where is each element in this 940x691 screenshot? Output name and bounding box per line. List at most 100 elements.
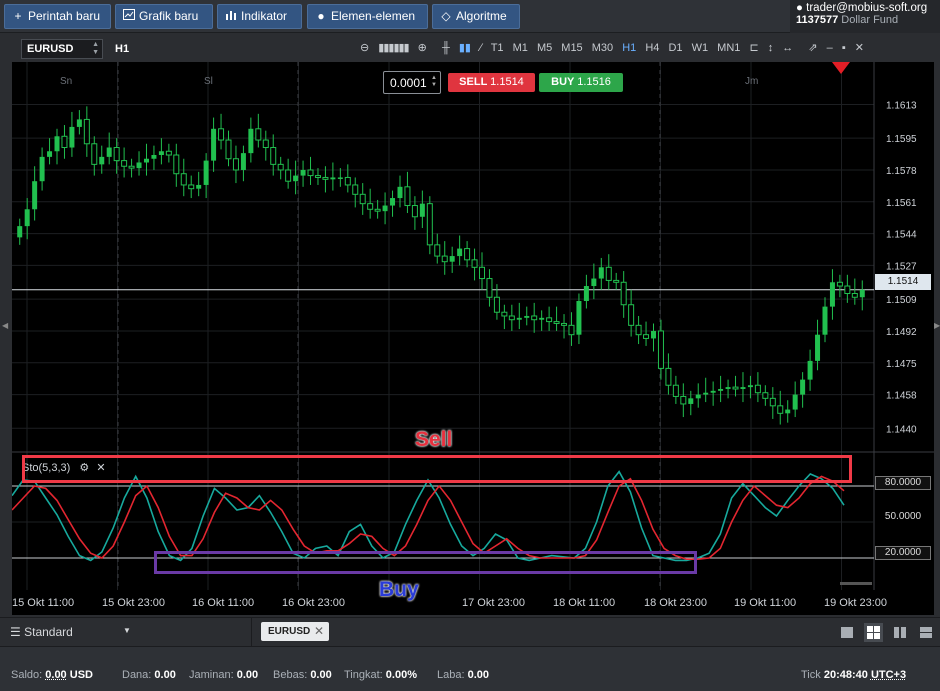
candle-body [136, 162, 142, 169]
fit-icon[interactable]: ⊏ [749, 42, 758, 54]
time-tick: 16 Okt 11:00 [192, 597, 255, 609]
lot-input[interactable]: 0.0001 ▲ ▼ [383, 71, 441, 94]
chevron-down-icon: ▼ [123, 626, 131, 635]
candle-body [620, 281, 627, 306]
candle-body [680, 395, 687, 405]
layout-grid-icon[interactable] [864, 623, 883, 642]
candle-body [352, 184, 359, 195]
detach-icon[interactable]: ⇗ [808, 42, 817, 54]
layout-single-icon[interactable] [838, 623, 857, 642]
candle-body [113, 147, 120, 162]
indicator-button[interactable]: Indikator [217, 4, 302, 29]
maximize-icon[interactable]: ▪ [842, 42, 846, 54]
chart-scrollbar [840, 582, 872, 585]
candle-body [121, 160, 128, 167]
candle-body [255, 128, 262, 141]
candle-body [651, 330, 656, 339]
candle-body [754, 384, 761, 394]
candle-body [800, 379, 806, 395]
zoom-slider[interactable]: ▮▮▮▮▮▮ [378, 42, 409, 54]
tab-eurusd[interactable]: EURUSD ✕ [261, 622, 329, 641]
tf-M5[interactable]: M5 [537, 42, 552, 54]
bar-style-icon[interactable]: ╫ [442, 42, 450, 54]
account-info[interactable]: ● trader@mobius-soft.org 1137577 Dollar … [790, 0, 940, 33]
symbol-select[interactable]: EURUSD ▲ ▼ [21, 39, 103, 59]
candle-body [24, 209, 30, 227]
candle-body [143, 158, 149, 163]
candle-body [248, 128, 254, 154]
candle-body [508, 315, 515, 321]
candle-body [76, 119, 82, 127]
price-tick: 1.1458 [886, 391, 917, 402]
candle-body [561, 322, 568, 326]
candle-body [39, 156, 45, 182]
layout-rows-icon[interactable] [917, 623, 936, 642]
saldo: Saldo: 0.00 USD [11, 669, 93, 681]
close-tab-icon[interactable]: ✕ [314, 622, 324, 641]
tf-T1[interactable]: T1 [491, 42, 504, 54]
chart-toolbar: EURUSD ▲ ▼ H1 ⊖ ▮▮▮▮▮▮ ⊕ ╫ ▮▮ ∕ T1 M1 M5 M… [12, 36, 934, 62]
layout-columns-icon[interactable] [891, 623, 910, 642]
candle-body [769, 397, 776, 407]
candle-body [128, 165, 135, 169]
algorithm-button[interactable]: ◇ Algoritme [432, 4, 520, 29]
sell-button[interactable]: SELL 1.1514 [448, 73, 535, 92]
tf-W1[interactable]: W1 [692, 42, 709, 54]
layout-select[interactable]: ☰ Standard ▼ [0, 618, 252, 646]
right-panel-collapser[interactable]: ▶ [934, 33, 940, 615]
candle-body [792, 394, 798, 410]
line-style-icon[interactable]: ∕ [480, 42, 482, 54]
account-id: 1137577 [796, 14, 839, 26]
tf-M30[interactable]: M30 [592, 42, 613, 54]
candle-body [598, 267, 604, 279]
tf-D1[interactable]: D1 [668, 42, 682, 54]
candle-body [725, 387, 731, 389]
candle-body [293, 175, 299, 182]
zoom-in-icon[interactable]: ⊕ [418, 42, 427, 54]
buy-button[interactable]: BUY 1.1516 [539, 73, 623, 92]
vertical-scale-icon[interactable]: ↕ [768, 42, 774, 54]
time-tick: 16 Okt 23:00 [282, 597, 345, 609]
price-tick: 1.1440 [886, 424, 917, 435]
chart-tools: ⊖ ▮▮▮▮▮▮ ⊕ ╫ ▮▮ ∕ T1 M1 M5 M15 M30 H1 H4… [360, 41, 870, 54]
candle-body [486, 278, 493, 298]
laba: Laba: 0.00 [437, 669, 490, 681]
elements-button[interactable]: ● Elemen-elemen [307, 4, 428, 29]
tf-H4[interactable]: H4 [645, 42, 659, 54]
candle-style-icon[interactable]: ▮▮ [459, 42, 471, 54]
tf-H1[interactable]: H1 [622, 42, 636, 54]
candle-body [322, 176, 329, 180]
expand-left-icon: ◀ [2, 321, 9, 330]
sell-annotation: Sell [415, 428, 453, 451]
tf-M15[interactable]: M15 [561, 42, 582, 54]
candle-body [180, 173, 187, 186]
time-tick: 15 Okt 11:00 [12, 597, 75, 609]
horizontal-scale-icon[interactable]: ↔ [782, 42, 793, 54]
candle-body [232, 158, 239, 171]
new-chart-button[interactable]: Grafik baru [115, 4, 213, 29]
new-order-button[interactable]: + Perintah baru [4, 4, 111, 29]
tf-M1[interactable]: M1 [513, 42, 528, 54]
candle-body [367, 203, 374, 210]
timezone-select[interactable]: UTC+3 [871, 669, 906, 681]
menu-icon: ☰ [10, 625, 21, 639]
tf-MN1[interactable]: MN1 [717, 42, 740, 54]
level-50-label: 50.0000 [884, 511, 922, 522]
minimize-icon[interactable]: – [827, 42, 833, 54]
time-tick: 19 Okt 23:00 [824, 597, 887, 609]
candle-body [718, 388, 724, 391]
candle-body [576, 301, 582, 335]
candle-body [479, 266, 486, 280]
candle-body [196, 184, 202, 189]
left-panel-collapser[interactable]: ◀ [0, 33, 12, 615]
candle-body [449, 256, 455, 262]
zoom-out-icon[interactable]: ⊖ [360, 42, 369, 54]
price-chart[interactable]: 1.1613 1.1595 1.1578 1.1561 1.1544 1.1527 1.15… [12, 62, 934, 615]
close-icon[interactable]: ✕ [855, 42, 864, 54]
candle-body [553, 321, 560, 324]
palette-icon: ● [317, 9, 325, 23]
price-tick: 1.1475 [886, 359, 917, 370]
candle-body [419, 203, 425, 217]
level-20-label: 20.0000 [875, 546, 931, 560]
price-tick: 1.1595 [886, 134, 917, 145]
